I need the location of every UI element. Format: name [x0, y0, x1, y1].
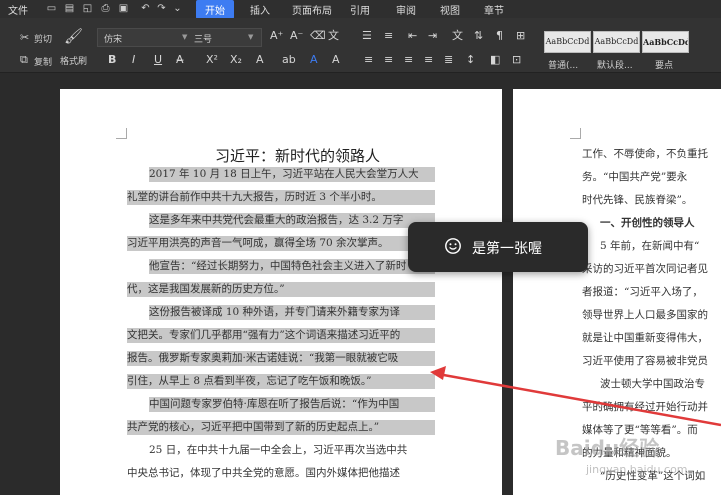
baidu-watermark-logo: Baidu经验	[555, 436, 660, 460]
toast-text: 是第一张喔	[472, 241, 542, 257]
baidu-watermark-url: jingyan.baidu.com	[586, 463, 688, 476]
toast-notification: 是第一张喔	[408, 222, 588, 272]
annotation-arrow	[430, 366, 721, 427]
smiley-icon	[445, 238, 461, 254]
